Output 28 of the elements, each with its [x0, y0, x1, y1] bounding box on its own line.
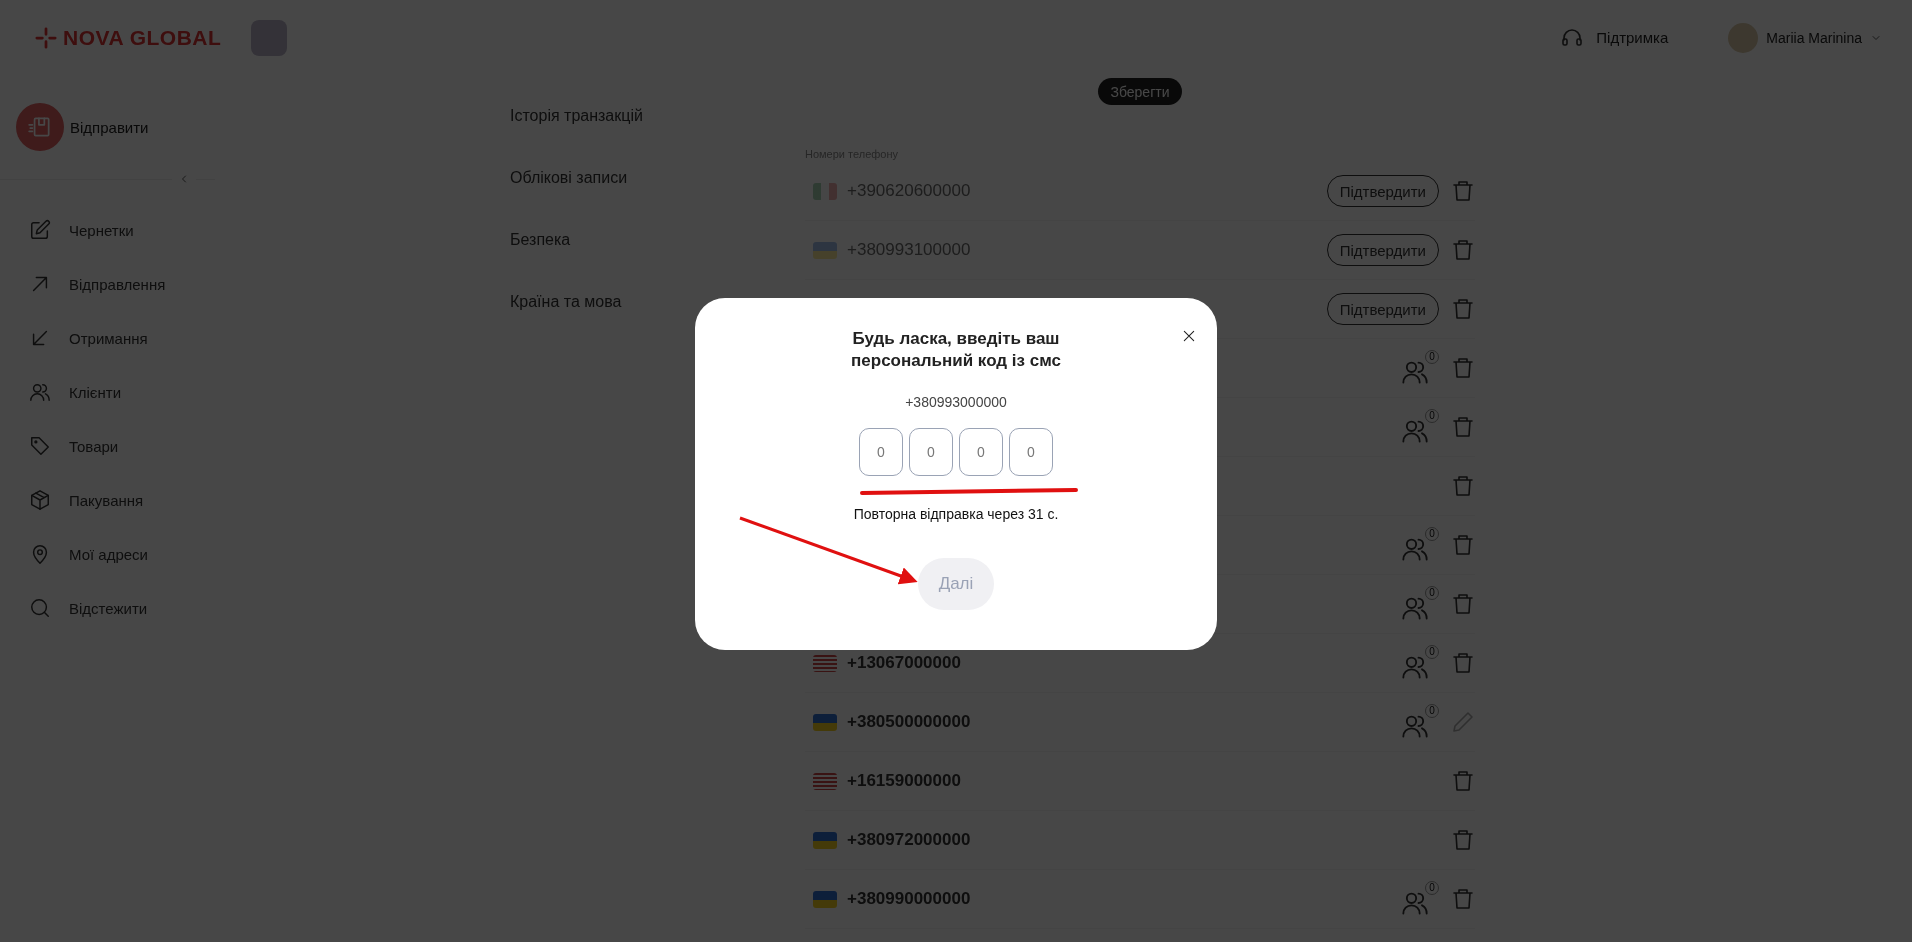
- nav-item[interactable]: Мої адреси: [0, 527, 215, 581]
- support-link[interactable]: Підтримка: [1560, 25, 1669, 50]
- code-input-field[interactable]: 0: [959, 428, 1003, 476]
- code-input-field[interactable]: 0: [909, 428, 953, 476]
- nav-item[interactable]: Пакування: [0, 473, 215, 527]
- logo-text: NOVA GLOBAL: [63, 25, 222, 50]
- resend-timer: Повторна відправка через 31 с.: [853, 506, 1059, 522]
- phone-number: +13067000000: [847, 653, 961, 673]
- user-name[interactable]: Mariia Marinina: [1766, 29, 1862, 46]
- nav-item[interactable]: Отримання: [0, 311, 215, 365]
- nav-item[interactable]: Чернетки: [0, 203, 215, 257]
- code-input-field[interactable]: 0: [859, 428, 903, 476]
- phone-number: +380993000000: [905, 394, 1007, 410]
- nav-item[interactable]: Відправлення: [0, 257, 215, 311]
- nav-item[interactable]: Відстежити: [0, 581, 215, 635]
- settings-menu-item[interactable]: Історія транзакцій: [510, 105, 805, 167]
- settings-menu-item[interactable]: Безпека: [510, 229, 805, 291]
- code-input-field[interactable]: 0: [1009, 428, 1053, 476]
- phone-number: +16159000000: [847, 771, 961, 791]
- close-icon[interactable]: [1181, 328, 1197, 344]
- send-button[interactable]: Відправити: [0, 103, 215, 151]
- phone-number: +380972000000: [847, 830, 971, 850]
- settings-menu-item[interactable]: Облікові записи: [510, 167, 805, 229]
- modal-title: Будь ласка, введіть ваш персональний код із смс: [850, 328, 1062, 372]
- phone-number: +380990000000: [847, 889, 971, 909]
- phone-number: +380500000000: [847, 712, 971, 732]
- nav-item[interactable]: Клієнти: [0, 365, 215, 419]
- nav-item[interactable]: Товари: [0, 419, 215, 473]
